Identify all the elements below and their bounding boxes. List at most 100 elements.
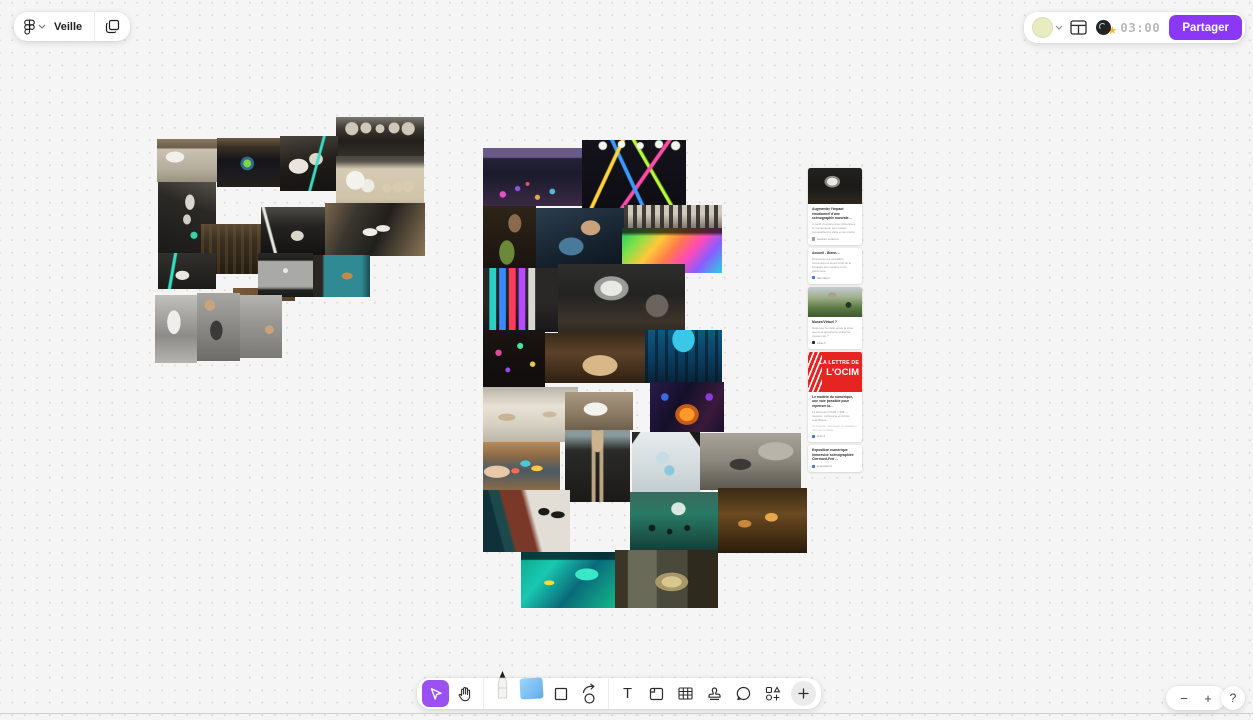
connector-arrow-icon xyxy=(581,683,599,705)
hand-icon xyxy=(457,686,472,702)
zoom-in-button[interactable]: + xyxy=(1204,692,1212,705)
photo-scanner-machine[interactable] xyxy=(155,295,197,363)
share-button[interactable]: Partager xyxy=(1169,15,1242,40)
link-preview-card[interactable]: Augmenter l'impact émotionnel d'une scén… xyxy=(808,168,862,245)
connector-tool[interactable] xyxy=(576,680,603,707)
comment-bubble-icon xyxy=(736,686,751,701)
photo-tray-rings-coins[interactable] xyxy=(336,156,424,210)
photo-aquarium-room[interactable] xyxy=(645,330,722,383)
photo-tent-projection[interactable] xyxy=(650,382,724,432)
stamp-tool[interactable] xyxy=(701,680,728,707)
photo-artifact-drawer[interactable] xyxy=(157,139,217,182)
avatar xyxy=(1032,17,1053,38)
photo-flower-projection[interactable] xyxy=(483,330,545,387)
link-card-url: ocim.fr xyxy=(817,434,826,438)
zoom-out-button[interactable]: − xyxy=(1180,692,1188,705)
link-preview-card[interactable]: Musée/Virtuel ?Repenser la visite après … xyxy=(808,287,862,349)
add-more-button[interactable] xyxy=(791,681,816,706)
photo-red-floor-corridor[interactable] xyxy=(483,490,570,552)
divider xyxy=(483,678,484,709)
photo-console-cards[interactable] xyxy=(280,136,338,191)
sticky-note-tool[interactable] xyxy=(517,674,545,702)
photo-teal-streak-doc[interactable] xyxy=(158,253,216,289)
photo-hand-in-tray[interactable] xyxy=(240,295,282,358)
user-menu[interactable] xyxy=(1032,17,1063,38)
photo-warm-cave-interior[interactable] xyxy=(718,488,807,553)
favicon-icon xyxy=(812,435,815,438)
photo-hand-color-table[interactable] xyxy=(483,442,560,490)
photo-projection-floor[interactable] xyxy=(483,148,582,206)
photo-hands-oval-glass[interactable] xyxy=(197,293,240,361)
link-card-body: Exposition numérique immersive scénograp… xyxy=(808,445,862,472)
photo-vr-glasses-mat[interactable] xyxy=(325,203,425,256)
hand-tool[interactable] xyxy=(451,680,478,707)
link-card-title: Le modèle du numérique, une voie possibl… xyxy=(812,395,858,409)
favicon-icon xyxy=(812,465,815,468)
photo-hand-tablet-map[interactable] xyxy=(536,208,624,270)
link-card-meta: Recherche, expologie et médiation dans l… xyxy=(812,424,858,432)
photo-sea-rescue[interactable] xyxy=(630,492,718,552)
comment-tool[interactable] xyxy=(730,680,757,707)
link-card-body: Accueil - Bienn…Découvrez les actualités… xyxy=(808,248,862,284)
link-card-title: Exposition numérique immersive scénograp… xyxy=(812,448,858,462)
section-tool[interactable] xyxy=(643,680,670,707)
text-tool-icon: T xyxy=(623,686,632,702)
table-tool[interactable] xyxy=(672,680,699,707)
shape-tool[interactable] xyxy=(547,680,574,707)
favicon-icon xyxy=(812,237,815,240)
photo-dark-desk-lights[interactable] xyxy=(261,207,327,255)
ocim-banner-line2: L'OCIM xyxy=(826,368,859,378)
link-card-thumbnail xyxy=(808,287,862,317)
link-card-description: La lettre de l'OCIM n°198 — musées, patr… xyxy=(812,410,858,422)
whiteboard-canvas[interactable] xyxy=(0,0,1253,720)
link-card-url-row[interactable]: biennale.fr xyxy=(812,276,858,280)
photo-peppers-ghost-desk[interactable] xyxy=(558,264,685,340)
text-tool[interactable]: T xyxy=(614,680,641,707)
link-card-url-row[interactable]: ocim.fr xyxy=(812,434,858,438)
favicon-icon xyxy=(812,341,815,344)
photo-wood-gallery-table[interactable] xyxy=(545,333,645,383)
photo-kiosk-color-strips[interactable] xyxy=(483,268,558,332)
photo-teal-immersive-room[interactable] xyxy=(521,552,615,608)
photo-ar-map-hands[interactable] xyxy=(632,432,700,494)
link-card-description: Découvrez les actualités, rencontres et … xyxy=(812,257,858,273)
views-button[interactable] xyxy=(1070,20,1087,35)
photo-pot-screen[interactable] xyxy=(313,255,370,297)
link-card-url-row[interactable]: exposition.fr xyxy=(812,464,858,468)
link-card-description: Repenser la visite après la crise : que … xyxy=(812,326,858,338)
templates-button[interactable] xyxy=(95,12,130,41)
link-preview-card[interactable]: Accueil - Bienn…Découvrez les actualités… xyxy=(808,248,862,284)
link-card-description: À partir d'expériences immersives et num… xyxy=(812,222,858,234)
photo-skeleton-case[interactable] xyxy=(565,430,630,502)
link-card-thumbnail xyxy=(808,168,862,204)
link-card-url: visite.fr xyxy=(817,341,826,345)
select-tool[interactable] xyxy=(422,680,449,707)
photo-neon-zigzag-room[interactable] xyxy=(582,140,686,211)
widgets-icon xyxy=(765,686,781,701)
link-preview-card[interactable]: Exposition numérique immersive scénograp… xyxy=(808,445,862,472)
help-icon: ? xyxy=(1230,691,1237,705)
photo-screen-green-blob[interactable] xyxy=(217,138,280,187)
link-preview-card[interactable]: LA LETTRE DEL'OCIMLe modèle du numérique… xyxy=(808,352,862,443)
photo-tablet-whale[interactable] xyxy=(700,433,801,490)
marker-tool[interactable] xyxy=(489,673,516,700)
file-title[interactable]: Veille xyxy=(54,21,82,33)
file-menu-pill: Veille xyxy=(14,12,130,41)
photo-dials-panel[interactable] xyxy=(336,117,424,156)
favicon-icon xyxy=(812,276,815,279)
link-card-url-row[interactable]: medium.muséo.fr xyxy=(812,237,858,241)
stamp-icon xyxy=(707,686,722,701)
timer-widget[interactable]: ★ 03:00 xyxy=(1096,19,1160,37)
marker-icon xyxy=(495,671,510,703)
widgets-tool[interactable] xyxy=(759,680,786,707)
photo-label-card-room[interactable] xyxy=(565,392,633,430)
photo-white-gallery-statues[interactable] xyxy=(483,387,578,442)
link-card-url-row[interactable]: visite.fr xyxy=(812,341,858,345)
help-button[interactable]: ? xyxy=(1221,686,1245,710)
square-shape-icon xyxy=(554,687,568,701)
photo-round-table-exhibit[interactable] xyxy=(483,206,536,268)
plus-icon xyxy=(798,688,809,699)
photo-macbook[interactable] xyxy=(258,253,313,297)
photo-golden-statue-frames[interactable] xyxy=(615,550,718,608)
file-menu[interactable]: Veille xyxy=(14,12,94,41)
